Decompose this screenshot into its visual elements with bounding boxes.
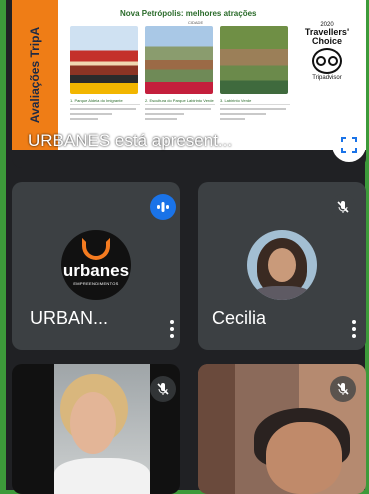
avatar-cecilia [247, 230, 317, 300]
attraction-caption-2: 2. Escultura do Parque Labirinto Verde [145, 98, 214, 103]
attraction-photo-3 [220, 26, 288, 94]
mic-off-icon [330, 194, 356, 220]
slide-subtitle: CIDADE [188, 20, 204, 25]
shared-slide: Avaliações TripA Nova Petrópolis: melhor… [12, 0, 366, 150]
mic-off-icon [150, 376, 176, 402]
avatar-urbanes: urbanes EMPREENDIMENTOS [61, 230, 131, 300]
attraction-details-2 [145, 104, 215, 125]
slide-title: Nova Petrópolis: melhores atrações [120, 9, 257, 18]
travellers-choice-award: 2020 Travellers' Choice Tripadvisor [302, 22, 352, 81]
slide-side-strip: Avaliações TripA [12, 0, 58, 150]
participant-video [54, 364, 150, 494]
presentation-tile[interactable]: Avaliações TripA Nova Petrópolis: melhor… [12, 0, 366, 168]
attraction-details-1 [70, 104, 140, 125]
fullscreen-button[interactable] [332, 128, 366, 162]
speaking-indicator-icon [150, 194, 176, 220]
attraction-photo-2 [145, 26, 213, 94]
tripadvisor-owl-icon [312, 48, 342, 74]
presenter-label: URBANES está apresent... [28, 131, 233, 150]
more-options-icon[interactable] [352, 320, 356, 338]
participant-name: URBAN... [30, 308, 109, 328]
award-line-2: Choice [311, 36, 342, 46]
fullscreen-icon [341, 137, 357, 153]
participant-name: Cecilia [212, 308, 267, 328]
attraction-photo-1 [70, 26, 138, 94]
more-options-icon[interactable] [170, 320, 174, 338]
attraction-details-3 [220, 104, 290, 125]
attraction-caption-1: 1. Parque Aldeia do Imigrante [70, 98, 123, 103]
urbanes-logo-icon [82, 238, 110, 260]
participant-tile-urbanes[interactable]: urbanes EMPREENDIMENTOS URBAN... [12, 182, 180, 350]
avatar-logo-text: urbanes [62, 261, 130, 280]
participant-tile-cecilia[interactable]: Cecilia [198, 182, 366, 350]
award-brand: Tripadvisor [312, 75, 342, 81]
participant-video-tile[interactable] [198, 364, 366, 494]
attraction-caption-3: 3. Labirinto Verde [220, 98, 252, 103]
avatar-logo-tagline: EMPREENDIMENTOS [73, 281, 119, 286]
mic-off-icon [330, 376, 356, 402]
slide-side-text: Avaliações TripA [28, 26, 42, 124]
participant-video-tile[interactable] [12, 364, 180, 494]
